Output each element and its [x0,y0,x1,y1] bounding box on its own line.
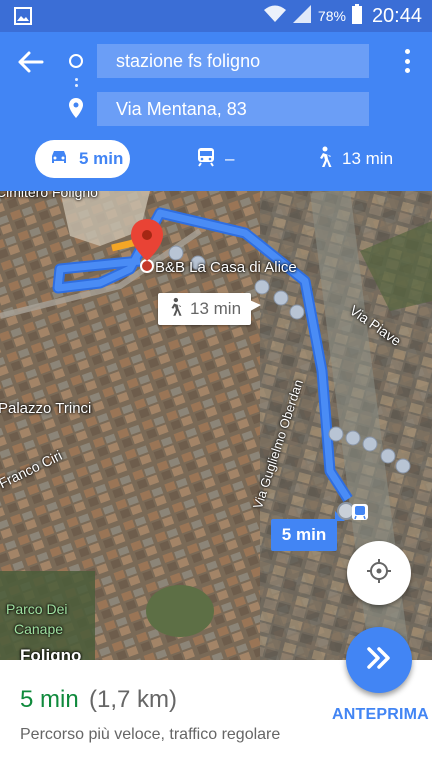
directions-header: stazione fs foligno Via Mentana, 83 5 mi… [0,32,432,191]
tab-driving-label: 5 min [79,149,124,168]
map-label-cimitero: Cimitero Foligno [0,191,98,200]
map-label-parco: Parco Dei [6,601,68,617]
tab-transit-label: – [225,149,235,168]
map-label-canape: Canape [14,621,64,637]
clock: 20:44 [371,4,422,27]
driving-time-bubble[interactable]: 5 min [271,511,345,551]
route-distance: (1,7 km) [89,686,178,713]
preview-button[interactable]: ANTEPRIMA [332,706,429,724]
double-chevron-right-icon [365,646,393,675]
more-options-icon[interactable] [402,49,412,73]
train-station-icon [352,504,368,520]
destination-pin-icon [69,98,83,123]
battery-percent: 78% [317,8,346,24]
tab-driving[interactable]: 5 min [35,140,130,178]
tab-walking[interactable]: 13 min [316,140,393,178]
origin-input[interactable]: stazione fs foligno [97,44,369,78]
back-arrow-icon[interactable] [16,48,48,76]
origin-circle-icon [69,54,83,68]
my-location-button[interactable]: ? [347,541,411,605]
start-navigation-button[interactable] [346,627,412,693]
car-icon [49,149,69,170]
gallery-icon [14,7,32,30]
status-bar: 78% 20:44 [0,0,432,32]
map-label-foligno: Foligno [20,646,82,660]
map-label-destination[interactable]: B&B La Casa di Alice [155,259,297,276]
route-duration: 5 min [20,686,79,713]
walking-time-text: 13 min [190,299,242,318]
train-icon [197,147,215,172]
walking-time-bubble[interactable]: 13 min [158,293,252,325]
signal-icon [292,4,312,29]
destination-input[interactable]: Via Mentana, 83 [97,92,369,126]
tab-transit[interactable]: – [197,140,234,178]
tab-walking-label: 13 min [342,149,394,168]
map-label-palazzo-trinci: Palazzo Trinci [0,400,92,417]
wifi-icon [263,5,286,28]
walking-icon [168,297,182,322]
walking-icon [316,146,332,173]
route-dots-icon [75,78,78,94]
travel-mode-tabs: 5 min – 13 min [0,137,432,181]
crosshair-icon: ? [366,558,392,589]
map-view[interactable]: Cimitero Foligno Franco Ciri Palazzo Tri… [0,191,432,660]
battery-icon [351,3,362,29]
route-description: Percorso più veloce, traffico regolare [20,726,281,743]
